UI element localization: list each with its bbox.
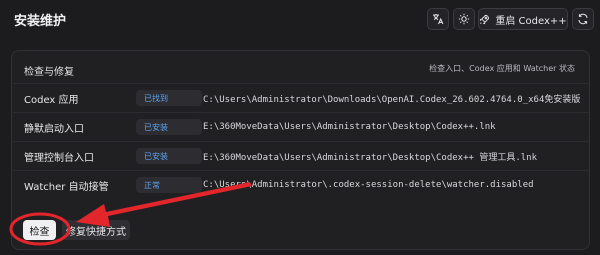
panel-title: 检查与修复 xyxy=(24,67,74,78)
row-path: C:\Users\Administrator\.codex-session-de… xyxy=(203,180,534,190)
restart-codex-label: 重启 Codex++ xyxy=(495,15,567,27)
sun-icon xyxy=(458,13,470,25)
refresh-icon xyxy=(577,13,589,25)
status-row-codex-app: Codex 应用 已找到 C:\Users\Administrator\Down… xyxy=(13,83,588,112)
status-badge: 已安装 xyxy=(136,119,202,135)
row-name: Watcher 自动接管 xyxy=(24,181,109,193)
translate-icon xyxy=(432,13,444,25)
page-title: 安装维护 xyxy=(14,14,67,29)
rocket-icon xyxy=(479,14,490,25)
repair-shortcuts-button[interactable]: 修复快捷方式 xyxy=(62,220,130,240)
installation-maintenance-page: 安装维护 重启 Codex++ 检查与修复 检查入口、Codex 应用和 Wat… xyxy=(0,0,600,255)
status-badge: 正常 xyxy=(136,177,202,193)
translate-button[interactable] xyxy=(427,8,449,30)
refresh-button[interactable] xyxy=(572,8,594,30)
status-list: Codex 应用 已找到 C:\Users\Administrator\Down… xyxy=(13,83,588,199)
theme-toggle-button[interactable] xyxy=(453,8,475,30)
status-row-admin-console: 管理控制台入口 已安装 E:\360MoveData\Users\Adminis… xyxy=(13,141,588,170)
row-path: E:\360MoveData\Users\Administrator\Deskt… xyxy=(203,152,538,163)
row-name: 静默启动入口 xyxy=(24,123,84,135)
row-path: E:\360MoveData\Users\Administrator\Deskt… xyxy=(203,122,496,132)
status-row-watcher: Watcher 自动接管 正常 C:\Users\Administrator\.… xyxy=(13,170,588,199)
check-button[interactable]: 检查 xyxy=(23,220,56,240)
row-path: C:\Users\Administrator\Downloads\OpenAI.… xyxy=(203,94,580,105)
row-name: Codex 应用 xyxy=(24,94,79,106)
status-badge: 已安装 xyxy=(136,148,202,164)
status-badge: 已找到 xyxy=(136,90,202,106)
panel-subtitle: 检查入口、Codex 应用和 Watcher 状态 xyxy=(429,64,575,73)
row-name: 管理控制台入口 xyxy=(24,152,94,164)
status-row-silent-launcher: 静默启动入口 已安装 E:\360MoveData\Users\Administ… xyxy=(13,112,588,141)
restart-codex-button[interactable]: 重启 Codex++ xyxy=(478,8,568,30)
